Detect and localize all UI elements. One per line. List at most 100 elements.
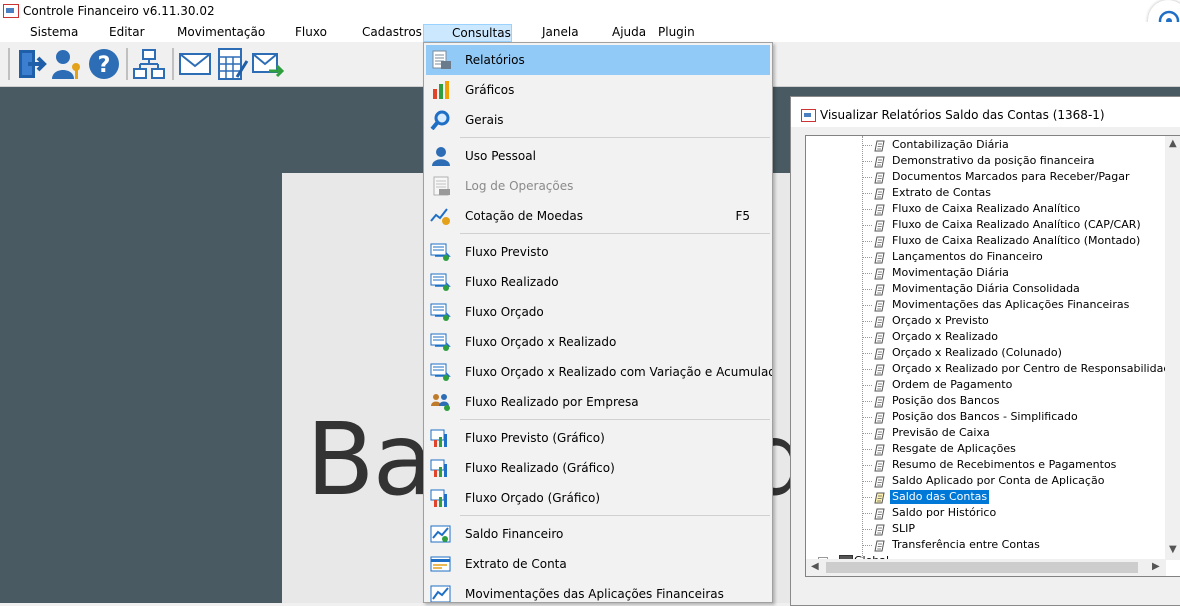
balance-icon (430, 524, 452, 544)
menu-shortcut: F5 (735, 209, 750, 223)
horizontal-scrollbar[interactable]: ◀ ▶ (806, 559, 1166, 576)
tree-item[interactable]: Saldo das Contas (806, 489, 1166, 505)
tree-item[interactable]: Orçado x Realizado (806, 329, 1166, 345)
flow-icon (430, 302, 452, 322)
tree-item[interactable]: Lançamentos do Financeiro (806, 249, 1166, 265)
menu-item-label: Gráficos (465, 83, 515, 97)
menu-movimentacao[interactable]: Movimentação (172, 24, 270, 42)
tree-connector (863, 145, 872, 146)
menu-item-uso-pessoal[interactable]: Uso Pessoal (426, 141, 770, 171)
org-chart-button[interactable] (132, 47, 166, 81)
tree-item[interactable]: Orçado x Previsto (806, 313, 1166, 329)
menu-editar[interactable]: Editar (104, 24, 150, 42)
menu-consultas[interactable]: Consultas (423, 24, 512, 42)
menu-item-graficos[interactable]: Gráficos (426, 75, 770, 105)
tree-item-label: Transferência entre Contas (892, 538, 1040, 551)
tree-item[interactable]: SLIP (806, 521, 1166, 537)
tree-connector (863, 321, 872, 322)
vertical-scrollbar[interactable]: ▲ ▼ (1165, 136, 1180, 560)
report-file-icon (873, 523, 886, 536)
menu-item-label: Cotação de Moedas (465, 209, 584, 223)
mail-button[interactable] (178, 47, 212, 81)
tree-connector (863, 225, 872, 226)
report-icon (430, 50, 452, 70)
tree-item[interactable]: Fluxo de Caixa Realizado Analítico (806, 201, 1166, 217)
menu-item-fluxo-orcado[interactable]: Fluxo Orçado (426, 297, 770, 327)
tree-item[interactable]: Movimentações das Aplicações Financeiras (806, 297, 1166, 313)
mail-icon (179, 53, 211, 75)
tree-connector (863, 369, 872, 370)
tree-item[interactable]: Resgate de Aplicações (806, 441, 1166, 457)
menu-item-saldo-financeiro[interactable]: Saldo Financeiro (426, 519, 770, 549)
scroll-thumb[interactable] (826, 562, 1138, 573)
help-button[interactable]: ? (87, 47, 121, 81)
menu-item-relatorios[interactable]: Relatórios (426, 45, 770, 75)
tree-item[interactable]: Movimentação Diária (806, 265, 1166, 281)
menu-item-extrato-de-conta[interactable]: Extrato de Conta (426, 549, 770, 579)
mail-send-icon (252, 53, 285, 78)
tree-item-label: Saldo por Histórico (892, 506, 997, 519)
flow-icon (430, 242, 452, 262)
menu-item-cotacao-de-moedas[interactable]: Cotação de Moedas F5 (426, 201, 770, 231)
menu-item-fluxo-orcado-grafico[interactable]: Fluxo Orçado (Gráfico) (426, 483, 770, 513)
tree-item[interactable]: Extrato de Contas (806, 185, 1166, 201)
menu-item-label: Fluxo Realizado por Empresa (465, 395, 639, 409)
menu-item-fluxo-orcado-x-realizado-com-variacao-e-acumulado[interactable]: Fluxo Orçado x Realizado com Variação e … (426, 357, 772, 387)
scroll-left-icon[interactable]: ◀ (811, 561, 819, 572)
report-file-icon (873, 363, 886, 376)
menu-item-fluxo-previsto-grafico[interactable]: Fluxo Previsto (Gráfico) (426, 423, 770, 453)
tree-item[interactable]: Previsão de Caixa (806, 425, 1166, 441)
toolbar-separator (172, 48, 174, 80)
tree-item[interactable]: Demonstrativo da posição financeira (806, 153, 1166, 169)
menu-item-fluxo-realizado[interactable]: Fluxo Realizado (426, 267, 770, 297)
tree-item[interactable]: Contabilização Diária (806, 137, 1166, 153)
calculator-button[interactable] (215, 47, 249, 81)
report-file-icon (873, 171, 886, 184)
menu-fluxo[interactable]: Fluxo (290, 24, 332, 42)
tree-item[interactable]: Posição dos Bancos - Simplificado (806, 409, 1166, 425)
tree-item[interactable]: Transferência entre Contas (806, 537, 1166, 553)
report-file-icon (873, 475, 886, 488)
flow-chart-icon (430, 458, 452, 478)
tree-item[interactable]: Saldo por Histórico (806, 505, 1166, 521)
menu-item-fluxo-previsto[interactable]: Fluxo Previsto (426, 237, 770, 267)
tree-item[interactable]: Fluxo de Caixa Realizado Analítico (CAP/… (806, 217, 1166, 233)
window-titlebar: Controle Financeiro v6.11.30.02 (0, 0, 1180, 22)
tree-item-label: Previsão de Caixa (892, 426, 990, 439)
menu-item-gerais[interactable]: Gerais (426, 105, 770, 135)
menu-janela[interactable]: Janela (537, 24, 584, 42)
tree-item[interactable]: Ordem de Pagamento (806, 377, 1166, 393)
report-file-icon (873, 443, 886, 456)
menu-item-movimentacoes-das-aplicacoes-financeiras[interactable]: Movimentações das Aplicações Financeiras (426, 579, 770, 602)
scroll-up-icon[interactable]: ▲ (1169, 138, 1177, 149)
scroll-right-icon[interactable]: ▶ (1152, 561, 1160, 572)
report-window-titlebar[interactable]: Visualizar Relatórios Saldo das Contas (… (791, 97, 1180, 127)
menu-item-fluxo-orcado-x-realizado[interactable]: Fluxo Orçado x Realizado (426, 327, 770, 357)
menu-ajuda[interactable]: Ajuda (607, 24, 651, 42)
tree-item[interactable]: Posição dos Bancos (806, 393, 1166, 409)
tree-item[interactable]: Orçado x Realizado por Centro de Respons… (806, 361, 1177, 377)
report-file-icon (873, 315, 886, 328)
user-key-button[interactable] (50, 47, 84, 81)
tree-item[interactable]: Saldo Aplicado por Conta de Aplicação (806, 473, 1166, 489)
tree-item[interactable]: Fluxo de Caixa Realizado Analítico (Mont… (806, 233, 1166, 249)
menu-separator (460, 515, 770, 516)
menu-sistema[interactable]: Sistema (25, 24, 83, 42)
tree-item-label: Fluxo de Caixa Realizado Analítico (CAP/… (892, 218, 1141, 231)
menu-item-label: Fluxo Orçado x Realizado (465, 335, 617, 349)
tree-connector (863, 465, 872, 466)
tree-item[interactable]: Movimentação Diária Consolidada (806, 281, 1166, 297)
tree-item[interactable]: Orçado x Realizado (Colunado) (806, 345, 1166, 361)
tree-connector (863, 161, 872, 162)
menu-item-fluxo-realizado-grafico[interactable]: Fluxo Realizado (Gráfico) (426, 453, 770, 483)
report-tree[interactable]: Contabilização Diária Demonstrativo da po… (805, 135, 1180, 577)
exit-button[interactable] (14, 47, 48, 81)
menu-plugin[interactable]: Plugin (653, 24, 700, 42)
menu-separator (460, 419, 770, 420)
scroll-down-icon[interactable]: ▼ (1169, 544, 1177, 555)
mail-send-button[interactable] (251, 47, 285, 81)
menu-cadastros[interactable]: Cadastros (357, 24, 427, 42)
menu-item-fluxo-realizado-por-empresa[interactable]: Fluxo Realizado por Empresa (426, 387, 770, 417)
tree-item[interactable]: Documentos Marcados para Receber/Pagar (806, 169, 1166, 185)
tree-item[interactable]: Resumo de Recebimentos e Pagamentos (806, 457, 1166, 473)
